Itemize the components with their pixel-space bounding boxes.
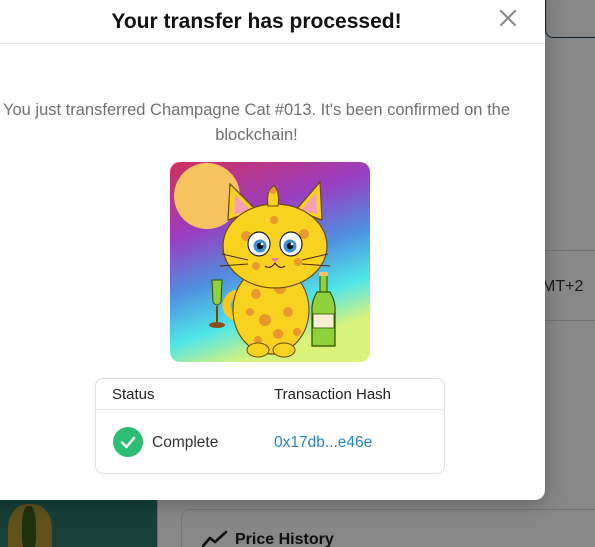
nft-image (170, 162, 370, 362)
transfer-success-modal: Your transfer has processed! You just tr… (0, 0, 545, 500)
close-button[interactable] (497, 7, 519, 29)
status-table-header: Status Transaction Hash (96, 379, 444, 410)
transfer-message: You just transferred Champagne Cat #013.… (2, 101, 511, 144)
transaction-hash-column-header: Transaction Hash (274, 386, 391, 403)
champagne-cat-illustration (170, 162, 370, 362)
status-value: Complete (152, 434, 219, 451)
modal-title: Your transfer has processed! (111, 10, 402, 33)
status-column-header: Status (112, 386, 155, 403)
transaction-hash-link[interactable]: 0x17db...e46e (274, 434, 372, 452)
close-icon (499, 9, 517, 27)
transaction-status-card: Status Transaction Hash Complete 0x17db.… (95, 378, 445, 474)
check-circle-icon (113, 427, 143, 457)
modal-header: Your transfer has processed! (0, 0, 545, 44)
